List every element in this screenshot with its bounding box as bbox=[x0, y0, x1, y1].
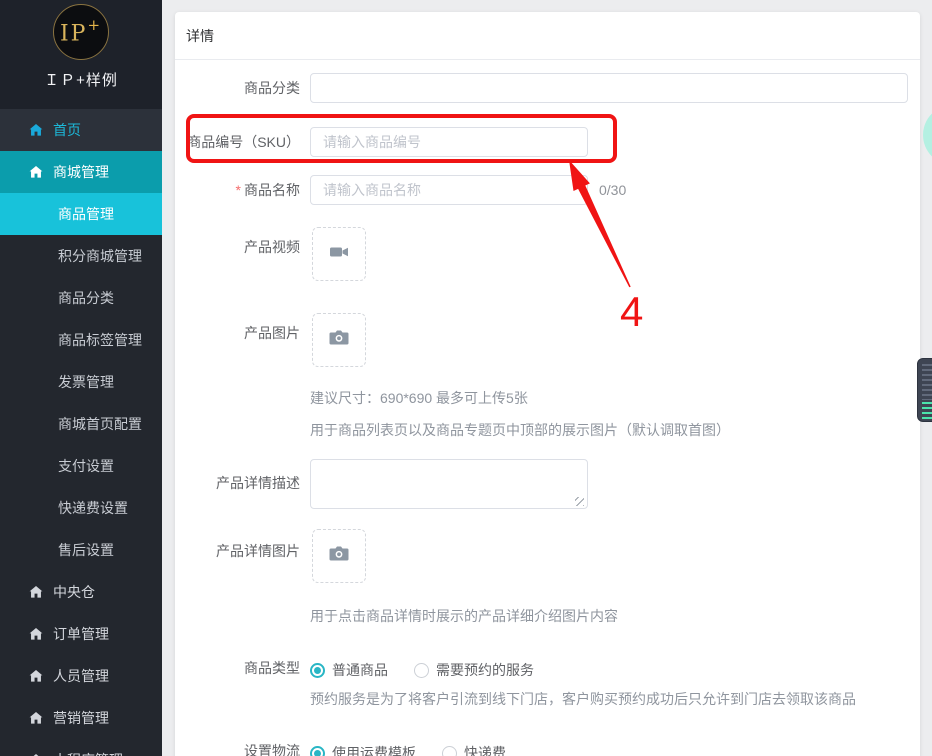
radio-freight-template-label[interactable]: 使用运费模板 bbox=[332, 743, 416, 756]
sidebar-item-label: 发票管理 bbox=[58, 372, 114, 392]
sidebar-item-5[interactable]: 商品标签管理 bbox=[0, 319, 162, 361]
sidebar-item-14[interactable]: 营销管理 bbox=[0, 697, 162, 739]
sidebar-item-13[interactable]: 人员管理 bbox=[0, 655, 162, 697]
scroll-indicator-widget[interactable] bbox=[917, 358, 932, 422]
sidebar-item-label: 首页 bbox=[53, 120, 81, 140]
textarea-resize-handle[interactable] bbox=[575, 497, 584, 506]
sidebar-item-label: 支付设置 bbox=[58, 456, 114, 476]
sidebar-item-7[interactable]: 商城首页配置 bbox=[0, 403, 162, 445]
home-icon bbox=[28, 122, 44, 138]
home-icon bbox=[28, 752, 44, 756]
name-input[interactable] bbox=[310, 175, 588, 205]
sidebar-item-label: 人员管理 bbox=[53, 666, 109, 686]
sidebar-item-label: 商品标签管理 bbox=[58, 330, 142, 350]
sidebar-item-label: 商品管理 bbox=[58, 204, 114, 224]
radio-reservation-service-label[interactable]: 需要预约的服务 bbox=[436, 660, 534, 680]
category-label: 商品分类 bbox=[175, 73, 300, 103]
sidebar-item-6[interactable]: 发票管理 bbox=[0, 361, 162, 403]
desc-label: 产品详情描述 bbox=[175, 468, 300, 498]
sidebar-item-12[interactable]: 订单管理 bbox=[0, 613, 162, 655]
sidebar-item-1[interactable]: 商城管理 bbox=[0, 151, 162, 193]
radio-reservation-service[interactable] bbox=[414, 663, 429, 678]
sidebar-item-15[interactable]: 小程序管理 bbox=[0, 739, 162, 756]
sidebar-item-3[interactable]: 积分商城管理 bbox=[0, 235, 162, 277]
sidebar-item-label: 中央仓 bbox=[53, 582, 95, 602]
radio-normal-product[interactable] bbox=[310, 663, 325, 678]
image-usage-hint: 用于商品列表页以及商品专题页中顶部的展示图片（默认调取首图） bbox=[310, 420, 730, 440]
product-type-label: 商品类型 bbox=[175, 653, 300, 683]
sidebar: IP+ ＩＰ+样例 首页商城管理商品管理积分商城管理商品分类商品标签管理发票管理… bbox=[0, 0, 162, 756]
logo-ip-text: IP bbox=[60, 21, 88, 46]
detail-card: 详情 商品分类 商品编号（SKU） *商品名称 0/30 产品视频 产品图片 建… bbox=[175, 12, 920, 756]
video-camera-icon bbox=[328, 241, 350, 268]
camera-icon bbox=[328, 327, 350, 354]
floating-assistant-button[interactable] bbox=[923, 105, 932, 165]
sidebar-item-0[interactable]: 首页 bbox=[0, 109, 162, 151]
scroll-indicator-gray-stripes bbox=[922, 364, 932, 400]
radio-normal-product-label[interactable]: 普通商品 bbox=[332, 660, 388, 680]
camera-icon bbox=[328, 543, 350, 570]
desc-textarea[interactable] bbox=[310, 459, 588, 509]
home-icon bbox=[28, 668, 44, 684]
radio-express-fee-label[interactable]: 快递费 bbox=[464, 743, 506, 756]
image-label: 产品图片 bbox=[175, 318, 300, 348]
sidebar-item-label: 订单管理 bbox=[53, 624, 109, 644]
name-char-counter: 0/30 bbox=[599, 175, 626, 205]
detail-image-hint: 用于点击商品详情时展示的产品详细介绍图片内容 bbox=[310, 606, 618, 626]
sidebar-item-4[interactable]: 商品分类 bbox=[0, 277, 162, 319]
detail-image-label: 产品详情图片 bbox=[175, 536, 300, 566]
detail-image-upload-button[interactable] bbox=[312, 529, 366, 583]
sidebar-logo-area: IP+ ＩＰ+样例 bbox=[0, 0, 162, 109]
video-upload-button[interactable] bbox=[312, 227, 366, 281]
sku-input[interactable] bbox=[310, 127, 588, 157]
sidebar-item-10[interactable]: 售后设置 bbox=[0, 529, 162, 571]
logistics-label: 设置物流 bbox=[175, 736, 300, 756]
sidebar-item-label: 营销管理 bbox=[53, 708, 109, 728]
sidebar-item-label: 快递费设置 bbox=[58, 498, 128, 518]
sidebar-item-11[interactable]: 中央仓 bbox=[0, 571, 162, 613]
scroll-indicator-green-stripes bbox=[922, 402, 932, 419]
tab-detail: 详情 bbox=[175, 12, 920, 60]
radio-freight-template[interactable] bbox=[310, 746, 325, 756]
name-label: *商品名称 bbox=[175, 175, 300, 205]
image-upload-button[interactable] bbox=[312, 313, 366, 367]
sidebar-item-2[interactable]: 商品管理 bbox=[0, 193, 162, 235]
sidebar-item-label: 积分商城管理 bbox=[58, 246, 142, 266]
image-size-hint: 建议尺寸：690*690 最多可上传5张 bbox=[310, 388, 528, 408]
sidebar-item-label: 商品分类 bbox=[58, 288, 114, 308]
sku-label: 商品编号（SKU） bbox=[175, 127, 300, 157]
home-icon bbox=[28, 710, 44, 726]
sidebar-item-9[interactable]: 快递费设置 bbox=[0, 487, 162, 529]
sidebar-item-label: 商城管理 bbox=[53, 162, 109, 182]
sidebar-item-8[interactable]: 支付设置 bbox=[0, 445, 162, 487]
brand-logo: IP+ bbox=[53, 4, 109, 60]
required-asterisk: * bbox=[236, 182, 241, 198]
sidebar-item-label: 售后设置 bbox=[58, 540, 114, 560]
sidebar-item-label: 小程序管理 bbox=[53, 750, 123, 756]
home-icon bbox=[28, 164, 44, 180]
brand-name: ＩＰ+样例 bbox=[44, 69, 118, 90]
video-label: 产品视频 bbox=[175, 232, 300, 262]
sidebar-nav: 首页商城管理商品管理积分商城管理商品分类商品标签管理发票管理商城首页配置支付设置… bbox=[0, 109, 162, 756]
logo-plus-text: + bbox=[87, 16, 102, 34]
product-type-hint: 预约服务是为了将客户引流到线下门店，客户购买预约成功后只允许到门店去领取该商品 bbox=[310, 689, 856, 709]
radio-express-fee[interactable] bbox=[442, 746, 457, 756]
category-input[interactable] bbox=[310, 73, 908, 103]
sidebar-item-label: 商城首页配置 bbox=[58, 414, 142, 434]
home-icon bbox=[28, 584, 44, 600]
home-icon bbox=[28, 626, 44, 642]
